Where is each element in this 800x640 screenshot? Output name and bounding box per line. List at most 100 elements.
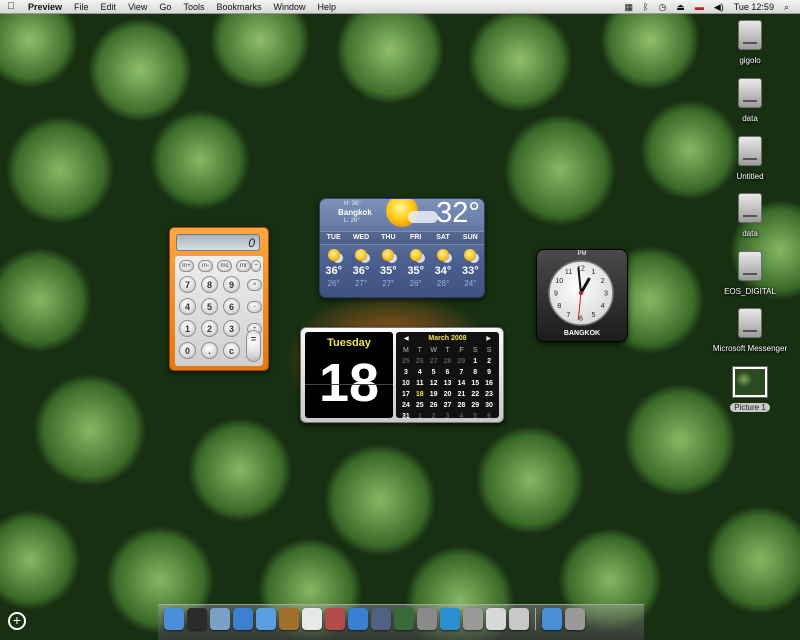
menu-clock[interactable]: Tue 12:59 [729,0,779,14]
key-6[interactable]: 6 [223,298,240,315]
calendar-today-cell[interactable]: 18 [413,390,427,400]
time-machine-icon[interactable]: ◷ [653,0,671,14]
key-minus[interactable]: − [247,301,262,313]
time-machine-icon[interactable] [394,608,414,630]
calendar-day-cell[interactable]: 2 [482,357,496,367]
apple-menu-icon[interactable]:  [0,0,22,14]
key-clear[interactable]: c [223,342,240,359]
calendar-day-cell[interactable]: 4 [454,412,468,422]
key-multiply[interactable]: × [247,279,262,291]
desktop-icon-untitled[interactable]: Untitled [715,136,785,184]
menu-window[interactable]: Window [267,0,311,14]
calendar-day-cell[interactable]: 27 [441,401,455,411]
spotlight-search-icon[interactable]: ⌕ [779,0,794,14]
eject-icon[interactable]: ⏏ [671,0,690,14]
key-9[interactable]: 9 [223,276,240,293]
calendar-day-cell[interactable]: 29 [454,357,468,367]
ical-icon[interactable] [302,608,322,630]
calendar-day-cell[interactable]: 26 [413,357,427,367]
calendar-day-cell[interactable]: 13 [441,379,455,389]
key-equals[interactable]: = [246,330,261,362]
calendar-day-cell[interactable]: 12 [427,379,441,389]
menu-file[interactable]: File [68,0,95,14]
calendar-day-cell[interactable]: 3 [399,368,413,378]
key-memory-clear[interactable]: mc [217,260,232,272]
key-decimal[interactable]: . [201,342,218,359]
ical-date-widget[interactable]: Tuesday 18 ◀ March 2008 ▶ M T W T F S S 25 26 27 2… [300,327,504,423]
key-3[interactable]: 3 [223,320,240,337]
menu-view[interactable]: View [122,0,153,14]
calendar-day-cell[interactable]: 6 [482,412,496,422]
calendar-day-cell[interactable]: 6 [441,368,455,378]
key-memory-plus[interactable]: m+ [179,260,194,272]
calendar-day-cell[interactable]: 31 [399,412,413,422]
desktop-icon-eos-digital[interactable]: EOS_DIGITAL [715,251,785,299]
desktop-icon-picture-1[interactable]: Picture 1 [715,367,785,415]
key-memory-recall[interactable]: mr [236,260,251,272]
itunes-icon[interactable] [348,608,368,630]
calendar-day-cell[interactable]: 1 [413,412,427,422]
key-1[interactable]: 1 [179,320,196,337]
desktop-icon-data-2[interactable]: data [715,193,785,241]
calendar-day-cell[interactable]: 15 [468,379,482,389]
key-7[interactable]: 7 [179,276,196,293]
desktop-icon-microsoft-messenger[interactable]: Microsoft Messenger [705,308,795,356]
calendar-day-cell[interactable]: 16 [482,379,496,389]
calendar-day-cell[interactable]: 23 [482,390,496,400]
calendar-day-cell[interactable]: 11 [413,379,427,389]
add-widget-button[interactable]: + [8,612,26,630]
weather-widget[interactable]: H: 36° Bangkok L: 26° 32° TUE WED THU FR… [319,198,485,298]
key-4[interactable]: 4 [179,298,196,315]
desktop-icon-data[interactable]: data [715,78,785,126]
menu-bookmarks[interactable]: Bookmarks [210,0,267,14]
spaces-menu-icon[interactable]: ▦ [620,0,639,14]
system-preferences-icon[interactable] [417,608,437,630]
calendar-day-cell[interactable]: 8 [468,368,482,378]
calendar-day-cell[interactable]: 1 [468,357,482,367]
bluetooth-icon[interactable]: ᛒ [638,0,653,14]
trash-icon[interactable] [565,608,585,630]
calendar-day-cell[interactable]: 14 [454,379,468,389]
preview-icon[interactable] [463,608,483,630]
calendar-day-cell[interactable]: 5 [427,368,441,378]
calendar-day-cell[interactable]: 28 [441,357,455,367]
key-2[interactable]: 2 [201,320,218,337]
iphoto-icon[interactable] [325,608,345,630]
desktop-icon-gigolo[interactable]: gigolo [715,20,785,68]
key-0[interactable]: 0 [179,342,196,359]
calendar-day-cell[interactable]: 25 [413,401,427,411]
calendar-day-cell[interactable]: 10 [399,379,413,389]
calendar-day-cell[interactable]: 9 [482,368,496,378]
calendar-day-cell[interactable]: 27 [427,357,441,367]
calendar-day-cell[interactable]: 20 [441,390,455,400]
menu-edit[interactable]: Edit [95,0,123,14]
key-5[interactable]: 5 [201,298,218,315]
calendar-day-cell[interactable]: 29 [468,401,482,411]
calendar-day-cell[interactable]: 2 [427,412,441,422]
key-memory-minus[interactable]: m- [198,260,213,272]
world-clock-widget[interactable]: PM 1 2 3 4 5 6 7 8 9 10 11 12 BANGKOK [536,249,628,342]
downloads-stack-icon[interactable] [542,608,562,630]
menu-help[interactable]: Help [311,0,342,14]
calendar-day-cell[interactable]: 5 [468,412,482,422]
key-divide[interactable]: ÷ [251,260,261,272]
calendar-day-cell[interactable]: 21 [454,390,468,400]
finder-icon[interactable] [164,608,184,630]
app-menu-preview[interactable]: Preview [22,0,68,14]
calendar-day-cell[interactable]: 26 [427,401,441,411]
volume-icon[interactable]: ◀) [709,0,729,14]
calendar-day-cell[interactable]: 3 [441,412,455,422]
calendar-day-cell[interactable]: 30 [482,401,496,411]
next-month-button[interactable]: ▶ [486,334,491,344]
documents-stack-icon[interactable] [509,608,529,630]
dashboard-icon[interactable] [187,608,207,630]
calendar-day-cell[interactable]: 24 [399,401,413,411]
textedit-icon[interactable] [486,608,506,630]
input-menu-flag-icon[interactable]: ▬ [690,0,709,14]
key-8[interactable]: 8 [201,276,218,293]
mail-icon[interactable] [210,608,230,630]
spaces-icon[interactable] [371,608,391,630]
calendar-day-cell[interactable]: 7 [454,368,468,378]
safari-icon[interactable] [233,608,253,630]
calendar-day-cell[interactable]: 4 [413,368,427,378]
